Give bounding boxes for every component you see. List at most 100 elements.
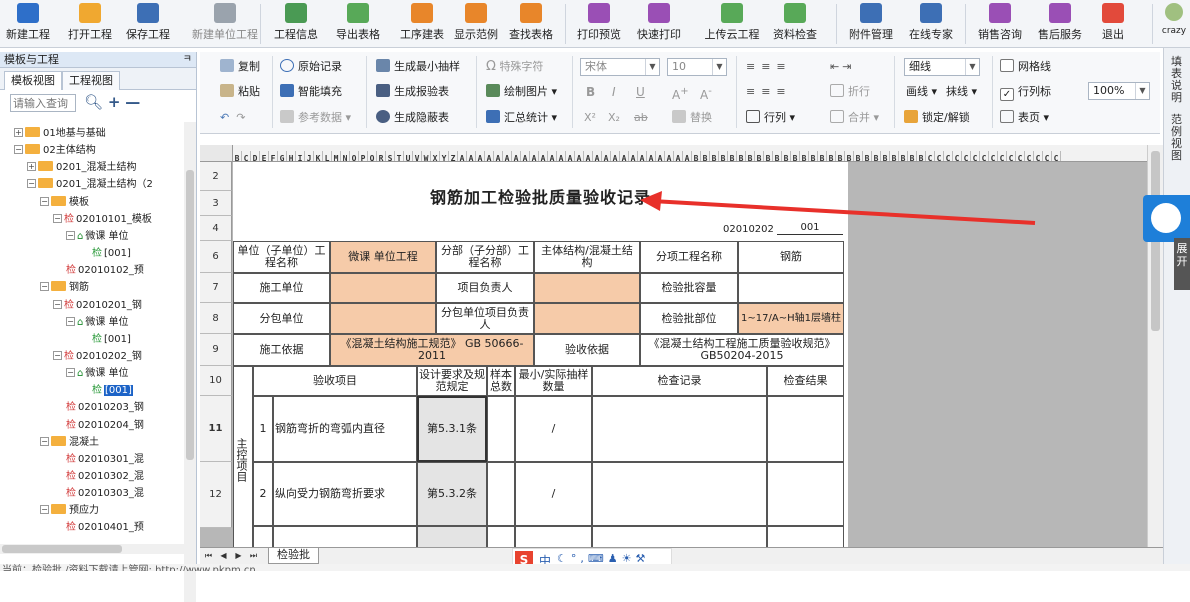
special-char-button[interactable]: Ω 特殊字符 [486, 58, 543, 76]
paste-button[interactable]: 粘贴 [220, 83, 260, 101]
prev-sheet-icon[interactable]: ◀ [218, 550, 229, 562]
expand-toggle-icon[interactable]: + [14, 128, 23, 137]
sheet-page-button[interactable]: 表页 ▾ [1000, 109, 1049, 127]
font-size-select[interactable]: 10 ▼ [667, 58, 727, 76]
expand-toggle-icon[interactable]: − [66, 368, 75, 378]
expand-toggle-icon[interactable]: − [40, 282, 49, 292]
gridlines-checkbox[interactable]: 网格线 [1000, 58, 1051, 76]
draw-image-button[interactable]: 绘制图片 ▾ [486, 83, 557, 101]
lock-button[interactable]: 锁定/解锁 [904, 109, 970, 127]
checklist-button[interactable]: 资料检查 [770, 0, 820, 48]
tree-node[interactable]: − 0201_混凝土结构（2 [27, 177, 153, 193]
info-button[interactable]: 工程信息 [272, 0, 320, 48]
superscript-button[interactable]: X² [584, 109, 596, 127]
subscript-button[interactable]: X₂ [608, 109, 620, 127]
indent-buttons[interactable]: ⇤⇥ [830, 58, 854, 76]
zoom-select[interactable]: 100% ▼ [1088, 82, 1150, 100]
expand-toggle-icon[interactable]: − [14, 145, 23, 155]
tree-node[interactable]: 检 02010301_混 [53, 452, 144, 468]
grow-font-button[interactable]: A+ [672, 83, 689, 102]
cloud-upload-button[interactable]: 上传云工程 [700, 0, 764, 48]
tree-node[interactable]: 检 [001] [79, 332, 131, 348]
tree-node[interactable]: 检 02010401_预 [53, 520, 144, 536]
tree-node[interactable]: 检 02010204_钢 [53, 418, 144, 434]
tree-node[interactable]: 检 02010302_混 [53, 469, 144, 485]
example-button[interactable]: 显示范例 [452, 0, 500, 48]
expand-toggle-icon[interactable]: − [66, 230, 75, 240]
new-project-button[interactable]: 新建工程 [4, 0, 52, 48]
expand-toggle-icon[interactable]: − [40, 196, 49, 206]
row-number[interactable]: 11 [200, 396, 232, 462]
font-name-select[interactable]: 宋体 ▼ [580, 58, 660, 76]
export-table-button[interactable]: 导出表格 [330, 0, 386, 48]
example-view-tab[interactable]: 范例视图 [1171, 114, 1185, 162]
expand-toggle-icon[interactable]: − [40, 436, 49, 446]
user-account[interactable]: crazy [1158, 0, 1190, 48]
valign-buttons[interactable]: ≡≡≡ [746, 83, 792, 101]
paperclip-button[interactable]: 附件管理 [846, 0, 896, 48]
tree-node[interactable]: − 混凝土 [40, 435, 99, 451]
row-col-marks-checkbox[interactable]: ✓ 行列标 [1000, 83, 1051, 101]
replace-button[interactable]: 替换 [672, 109, 712, 127]
bold-button[interactable]: B [586, 83, 595, 101]
tree-node[interactable]: 检 [001] [79, 383, 133, 399]
row-number[interactable]: 4 [200, 216, 232, 241]
expand-toggle-icon[interactable]: − [40, 505, 49, 515]
tree-node[interactable]: − 模板 [40, 195, 89, 211]
fold-button[interactable]: 折行 [830, 83, 870, 101]
open-folder-button[interactable]: 打开工程 [66, 0, 114, 48]
tree-node[interactable]: − ⌂ 微课 单位 [66, 366, 129, 382]
home-button[interactable]: 新建单位工程 [184, 0, 266, 48]
find-table-button[interactable]: 查找表格 [506, 0, 556, 48]
expand-toggle-icon[interactable]: − [66, 316, 75, 326]
tab-project-view[interactable]: 工程视图 [62, 71, 120, 90]
fill-instructions-tab[interactable]: 填表说明 [1171, 56, 1185, 104]
graduation-cap-button[interactable]: 在线专家 [906, 0, 956, 48]
expand-toggle-icon[interactable]: − [27, 179, 36, 189]
tree-node[interactable]: − 钢筋 [40, 280, 89, 296]
gen-report-button[interactable]: 生成报验表 [376, 83, 449, 101]
add-icon[interactable]: + [108, 93, 121, 111]
row-number[interactable]: 8 [200, 303, 232, 334]
expand-toggle-icon[interactable]: − [53, 350, 62, 360]
tree-node[interactable]: − 检 02010201_钢 [53, 298, 142, 314]
tree-node[interactable]: − 预应力 [40, 503, 99, 519]
headset-button[interactable]: 销售咨询 [975, 0, 1025, 48]
row-col-button[interactable]: 行列 ▾ [746, 109, 795, 127]
tree-node[interactable]: +01地基与基础 [14, 126, 106, 142]
smart-fill-button[interactable]: 智能填充 [280, 83, 342, 101]
layers-button[interactable]: 工序建表 [398, 0, 446, 48]
row-number[interactable]: 12 [200, 462, 232, 528]
ref-data-button[interactable]: 参考数据 ▾ [280, 109, 351, 127]
row-number[interactable]: 7 [200, 273, 232, 303]
expand-button[interactable]: 展开 [1174, 238, 1190, 290]
tree-node[interactable]: − 02主体结构 [14, 143, 96, 159]
printer-button[interactable]: 快速打印 [634, 0, 684, 48]
remove-icon[interactable]: — [125, 93, 140, 111]
tree-node[interactable]: − 检 02010101_模板 [53, 212, 152, 228]
row-number[interactable]: 10 [200, 366, 232, 396]
gen-hidden-button[interactable]: 生成隐蔽表 [376, 109, 449, 127]
tree-vertical-scrollbar[interactable] [184, 122, 196, 602]
row-number[interactable]: 3 [200, 191, 232, 216]
person-button[interactable]: 售后服务 [1035, 0, 1085, 48]
underline-button[interactable]: U [636, 83, 645, 101]
last-sheet-icon[interactable]: ⏭ [248, 550, 259, 562]
tree-node[interactable]: 检 02010102_预 [53, 263, 144, 279]
first-sheet-icon[interactable]: ⏮ [203, 550, 214, 562]
tab-template-view[interactable]: 模板视图 [4, 71, 62, 90]
expand-toggle-icon[interactable]: − [53, 299, 62, 309]
power-button[interactable]: 退出 [1096, 0, 1130, 48]
eye-button[interactable]: 打印预览 [574, 0, 624, 48]
tree-node[interactable]: − 检 02010202_钢 [53, 349, 142, 365]
sheet-tab[interactable]: 检验批 [268, 548, 319, 564]
tree-node[interactable]: 检 [001] [79, 246, 131, 262]
row-number[interactable]: 6 [200, 241, 232, 273]
undo-button[interactable]: ↶ ↷ [220, 109, 245, 127]
draw-line-button[interactable]: 画线 ▾ [906, 83, 937, 101]
next-sheet-icon[interactable]: ▶ [233, 550, 244, 562]
redo-icon[interactable]: ↷ [236, 111, 245, 124]
tree-node[interactable]: 检 02010203_钢 [53, 400, 144, 416]
expand-toggle-icon[interactable]: − [53, 213, 62, 223]
shrink-font-button[interactable]: A- [700, 83, 712, 102]
